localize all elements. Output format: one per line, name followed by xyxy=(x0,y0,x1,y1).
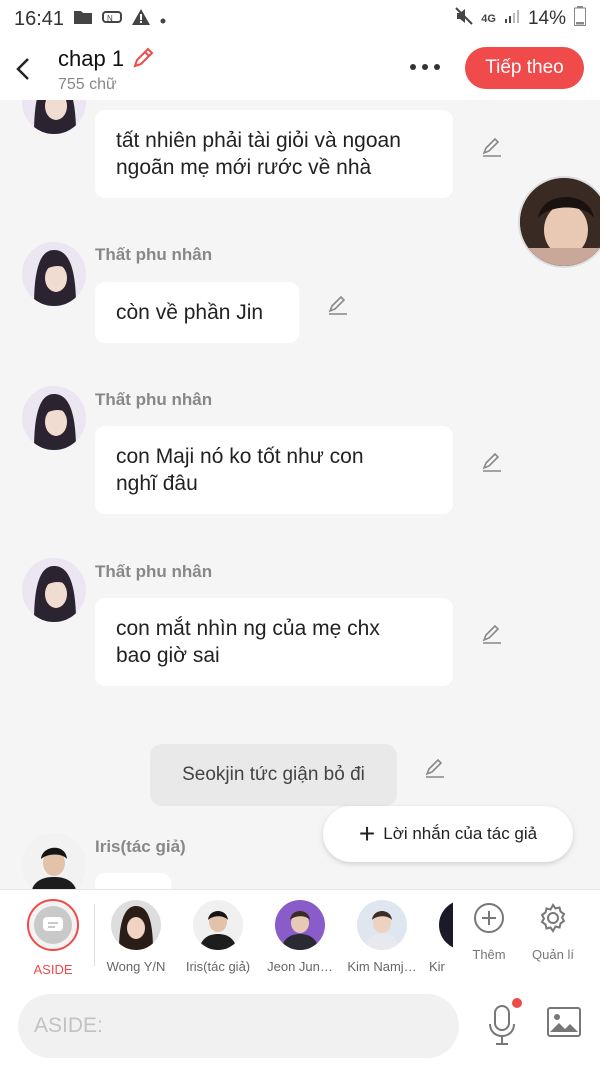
message-bubble[interactable]: còn về phần Jin xyxy=(95,282,299,343)
sender-name: Thất phu nhân xyxy=(95,245,213,264)
floating-video-bubble[interactable] xyxy=(518,176,600,268)
svg-text:N: N xyxy=(107,14,113,23)
message-text: còn về phần Jin xyxy=(116,301,264,324)
composer-bar xyxy=(0,984,600,1067)
next-button[interactable]: Tiếp theo xyxy=(465,47,584,89)
pencil-icon xyxy=(482,624,501,644)
message-text: ngoãn mẹ mới rước về nhà xyxy=(116,156,372,179)
chevron-left-icon xyxy=(16,58,29,80)
image-icon xyxy=(547,1007,581,1037)
word-count: 755 chữ xyxy=(58,75,117,93)
avatar[interactable] xyxy=(22,833,86,889)
signal-icon xyxy=(504,8,520,30)
narration-bubble[interactable]: Seokjin tức giận bỏ đi xyxy=(150,744,397,806)
message-bubble[interactable]: tất nhiên phải tài giỏi và ngoan ngoãn m… xyxy=(95,110,453,198)
add-circle-icon xyxy=(474,903,504,933)
mute-icon xyxy=(455,7,473,31)
aside-chat-icon xyxy=(34,906,72,944)
character-name: Wong Y/N xyxy=(106,959,166,974)
add-label: Thêm xyxy=(472,947,506,962)
sender-name: Iris(tác giả) xyxy=(95,837,186,856)
pencil-icon xyxy=(425,758,444,778)
plus-icon: + xyxy=(358,818,376,849)
avatar xyxy=(275,900,325,950)
battery-percent: 14% xyxy=(527,8,566,29)
avatar xyxy=(111,900,161,950)
character-kir[interactable]: Kir xyxy=(423,896,453,974)
manage-label: Quản lí xyxy=(532,947,574,962)
folder-icon xyxy=(74,9,93,29)
character-name: Kir xyxy=(429,959,445,974)
sender-name: Thất phu nhân xyxy=(95,390,213,409)
recording-dot-icon xyxy=(512,998,522,1008)
message-bubble[interactable] xyxy=(95,873,171,889)
message-bubble[interactable]: con mắt nhìn ng của mẹ chx bao giờ sai xyxy=(95,598,453,686)
avatar[interactable] xyxy=(22,386,86,450)
edit-title-button[interactable] xyxy=(132,45,156,74)
pencil-icon xyxy=(482,137,501,157)
edit-message-button[interactable] xyxy=(480,450,504,474)
editor-header: chap 1 755 chữ Tiếp theo xyxy=(0,38,600,100)
image-button[interactable] xyxy=(546,1006,582,1038)
sender-name: Thất phu nhân xyxy=(95,562,213,581)
avatar xyxy=(193,900,243,950)
avatar xyxy=(439,900,453,950)
manage-button[interactable]: Quản lí xyxy=(523,902,583,962)
character-name: Iris(tác giả) xyxy=(185,959,251,974)
message-text: con mắt nhìn ng của mẹ chx xyxy=(116,617,380,640)
notification-dot-icon xyxy=(160,9,166,29)
nfc-icon: N xyxy=(102,9,123,29)
message-text: nghĩ đâu xyxy=(116,472,198,495)
edit-message-button[interactable] xyxy=(480,135,504,159)
character-name: Jeon Jun… xyxy=(267,959,333,974)
message-text: tất nhiên phải tài giỏi và ngoan xyxy=(116,129,401,152)
chapter-title: chap 1 xyxy=(58,46,125,71)
avatar[interactable] xyxy=(22,100,86,134)
avatar[interactable] xyxy=(22,242,86,306)
edit-narration-button[interactable] xyxy=(423,756,447,780)
microphone-button[interactable] xyxy=(486,1004,518,1048)
author-message-button[interactable]: + Lời nhắn của tác giả xyxy=(323,806,573,862)
pencil-icon xyxy=(133,47,154,68)
message-text: con Maji nó ko tốt như con xyxy=(116,445,364,468)
character-iris[interactable]: Iris(tác giả) xyxy=(177,896,259,974)
edit-message-button[interactable] xyxy=(480,622,504,646)
gear-icon xyxy=(540,903,566,933)
avatar xyxy=(357,900,407,950)
warning-icon xyxy=(132,8,151,30)
edit-message-button[interactable] xyxy=(326,293,350,317)
pencil-icon xyxy=(482,452,501,472)
author-message-label: Lời nhắn của tác giả xyxy=(383,824,538,843)
battery-icon xyxy=(574,6,586,32)
network-type: 4G xyxy=(481,13,496,25)
character-jeon[interactable]: Jeon Jun… xyxy=(259,896,341,974)
message-text: bao giờ sai xyxy=(116,644,220,667)
microphone-icon xyxy=(489,1005,515,1045)
status-time: 16:41 xyxy=(14,7,65,30)
avatar[interactable] xyxy=(22,558,86,622)
character-kim-namj[interactable]: Kim Namj… xyxy=(341,896,423,974)
character-aside[interactable]: ASIDE xyxy=(12,896,94,977)
character-wong-yn[interactable]: Wong Y/N xyxy=(95,896,177,974)
add-character-button[interactable]: Thêm xyxy=(459,902,519,962)
message-bubble[interactable]: con Maji nó ko tốt như con nghĩ đâu xyxy=(95,426,453,514)
aside-label: ASIDE xyxy=(33,962,73,977)
character-bar: ASIDE Wong Y/N Iris(tác giả) Jeon Jun… K… xyxy=(0,889,600,984)
more-dots-icon xyxy=(410,64,440,70)
chat-area[interactable]: tất nhiên phải tài giỏi và ngoan ngoãn m… xyxy=(0,100,600,889)
back-button[interactable] xyxy=(0,38,46,100)
title-block: chap 1 755 chữ xyxy=(58,45,156,94)
status-bar: 16:41 N 4G 14% xyxy=(0,0,600,38)
message-input[interactable] xyxy=(18,994,459,1058)
more-options-button[interactable] xyxy=(408,50,442,87)
character-name: Kim Namj… xyxy=(347,959,417,974)
pencil-icon xyxy=(328,295,347,315)
